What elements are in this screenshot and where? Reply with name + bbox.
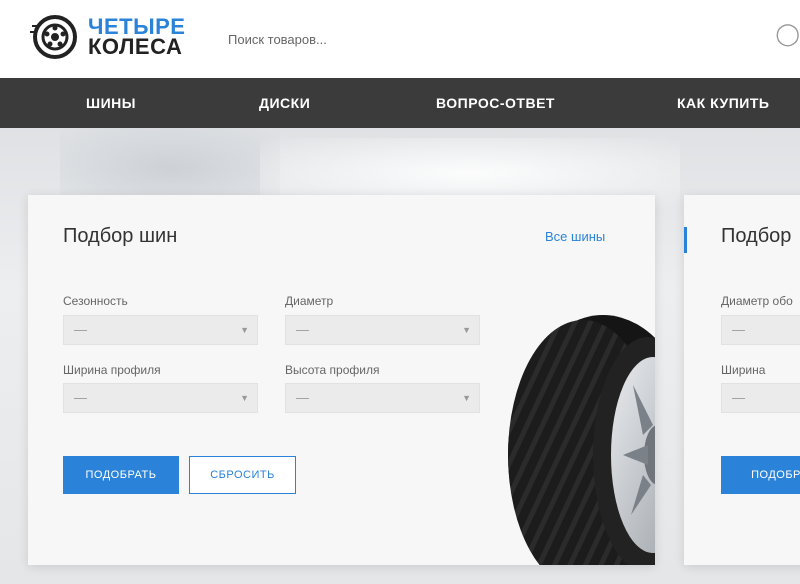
season-value: — — [74, 322, 87, 337]
diameter-select[interactable]: — ▼ — [285, 315, 480, 345]
nav-item-tires[interactable]: ШИНЫ — [86, 78, 136, 128]
tire-image — [508, 315, 655, 565]
nav-item-faq[interactable]: ВОПРОС-ОТВЕТ — [436, 78, 555, 128]
height-label: Высота профиля — [285, 363, 380, 377]
disk-width-select[interactable]: — — [721, 383, 800, 413]
submit-button[interactable]: ПОДОБРАТЬ — [63, 456, 179, 494]
logo[interactable]: ЧЕТЫРЕ КОЛЕСА — [30, 12, 185, 62]
disk-picker-card: Подбор Диаметр обо — Ширина — ПОДОБР — [684, 195, 800, 565]
all-tires-link[interactable]: Все шины — [545, 229, 605, 244]
disk-diameter-value: — — [732, 322, 745, 337]
height-select[interactable]: — ▼ — [285, 383, 480, 413]
diameter-value: — — [296, 322, 309, 337]
disk-diameter-label: Диаметр обо — [721, 294, 793, 308]
height-value: — — [296, 390, 309, 405]
disk-submit-button[interactable]: ПОДОБР — [721, 456, 800, 494]
logo-line-2: КОЛЕСА — [88, 34, 183, 59]
wheel-icon — [30, 15, 77, 59]
chevron-down-icon: ▼ — [462, 325, 471, 335]
season-label: Сезонность — [63, 294, 128, 308]
width-value: — — [74, 390, 87, 405]
disk-diameter-select[interactable]: — — [721, 315, 800, 345]
reset-button[interactable]: СБРОСИТЬ — [189, 456, 296, 494]
nav-item-disks[interactable]: ДИСКИ — [259, 78, 310, 128]
disk-picker-title: Подбор — [721, 225, 792, 247]
width-select[interactable]: — ▼ — [63, 383, 258, 413]
nav-item-how-to-buy[interactable]: КАК КУПИТЬ — [677, 78, 769, 128]
diameter-label: Диаметр — [285, 294, 334, 308]
chevron-down-icon: ▼ — [240, 325, 249, 335]
main-nav: ШИНЫ ДИСКИ ВОПРОС-ОТВЕТ КАК КУПИТЬ — [0, 78, 800, 128]
season-select[interactable]: — ▼ — [63, 315, 258, 345]
search-input[interactable] — [222, 26, 762, 52]
chevron-down-icon: ▼ — [462, 393, 471, 403]
tire-picker-title: Подбор шин — [63, 225, 178, 247]
header-icon-cropped[interactable]: ◯ — [775, 23, 800, 45]
disk-width-value: — — [732, 390, 745, 405]
accent-bar — [684, 227, 687, 253]
tire-picker-card: Подбор шин Все шины Сезонность — ▼ Диаме… — [28, 195, 655, 565]
site-header: ЧЕТЫРЕ КОЛЕСА ◯ — [0, 0, 800, 78]
disk-width-label: Ширина — [721, 363, 766, 377]
chevron-down-icon: ▼ — [240, 393, 249, 403]
width-label: Ширина профиля — [63, 363, 161, 377]
